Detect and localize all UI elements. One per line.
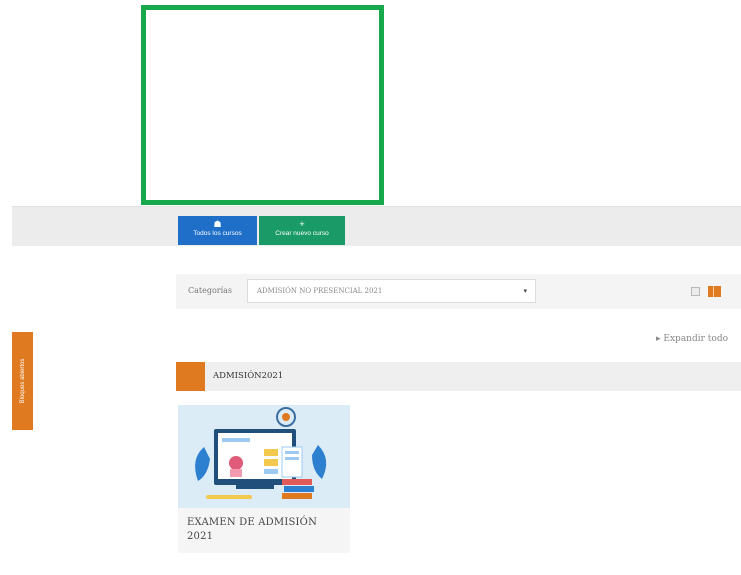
new-course-button[interactable]: + Crear nuevo curso (259, 216, 345, 245)
expand-all-link[interactable]: ▸ Expandir todo (656, 334, 728, 344)
section-collapse-toggle[interactable] (176, 362, 205, 391)
home-icon: ☗ (213, 219, 222, 229)
blocks-drawer-label: Bloques abiertos (19, 358, 26, 404)
course-name[interactable]: EXAMEN DE ADMISIÓN 2021 (187, 516, 342, 544)
course-image (178, 405, 350, 508)
category-label: Categorías (188, 286, 233, 295)
highlight-frame (141, 5, 384, 205)
grid-view-icon[interactable] (708, 286, 721, 297)
chevron-down-icon: ▾ (523, 287, 527, 295)
all-courses-button[interactable]: ☗ Todos los cursos (178, 216, 257, 245)
section-title: ADMISIÓN2021 (213, 371, 284, 381)
blocks-drawer-toggle[interactable]: Bloques abiertos (12, 332, 33, 430)
new-course-label: Crear nuevo curso (275, 230, 329, 237)
expand-all-label: Expandir todo (663, 334, 728, 344)
list-view-icon[interactable] (691, 287, 700, 296)
all-courses-label: Todos los cursos (193, 230, 242, 237)
category-select[interactable]: ADMISIÓN NO PRESENCIAL 2021 ▾ (247, 279, 536, 303)
chevron-right-icon: ▸ (656, 334, 661, 344)
course-toolbar (12, 206, 741, 246)
course-illustration (178, 405, 350, 508)
plus-icon: + (299, 219, 305, 229)
category-selected-value: ADMISIÓN NO PRESENCIAL 2021 (257, 287, 383, 295)
